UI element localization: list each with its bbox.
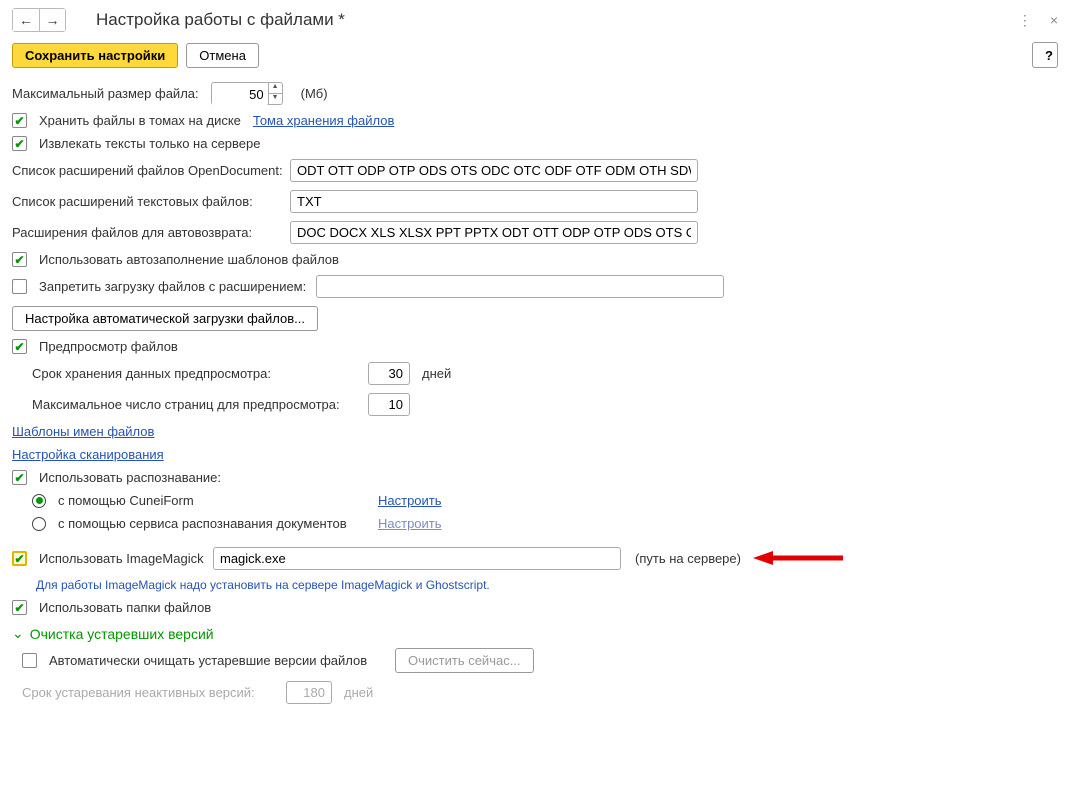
imagemagick-suffix: (путь на сервере) [635,551,741,566]
store-volumes-label: Хранить файлы в томах на диске [39,113,241,128]
max-filesize-input-wrap: ▲▼ [211,82,283,105]
autoclean-row: Автоматически очищать устаревшие версии … [12,644,1058,677]
preview-retain-label: Срок хранения данных предпросмотра: [32,366,362,381]
cancel-button[interactable]: Отмена [186,43,259,68]
use-folders-label: Использовать папки файлов [39,600,211,615]
max-filesize-input[interactable] [212,83,268,106]
opendoc-input[interactable] [290,159,698,182]
auto-load-button[interactable]: Настройка автоматической загрузки файлов… [12,306,318,331]
opendoc-row: Список расширений файлов OpenDocument: [12,155,1058,186]
autorevert-input[interactable] [290,221,698,244]
preview-checkbox[interactable] [12,339,27,354]
rec-cuneiform-radio[interactable] [32,494,46,508]
forbid-ext-checkbox[interactable] [12,279,27,294]
preview-maxpages-row: Максимальное число страниц для предпросм… [12,389,1058,420]
rec-service-row: с помощью сервиса распознавания документ… [12,512,1058,535]
expiry-row: Срок устаревания неактивных версий: дней [12,677,1058,708]
rec-service-radio[interactable] [32,517,46,531]
close-icon[interactable]: × [1050,12,1058,28]
expiry-input[interactable] [286,681,332,704]
forbid-ext-row: Запретить загрузку файлов с расширением: [12,271,1058,302]
extract-server-row: Извлекать тексты только на сервере [12,132,1058,155]
save-button[interactable]: Сохранить настройки [12,43,178,68]
autoclean-checkbox[interactable] [22,653,37,668]
name-templates-link[interactable]: Шаблоны имен файлов [12,424,154,439]
textext-input[interactable] [290,190,698,213]
forbid-ext-input[interactable] [316,275,724,298]
max-filesize-label: Максимальный размер файла: [12,86,199,101]
imagemagick-row: Использовать ImageMagick (путь на сервер… [12,543,1058,574]
cleanup-section-toggle[interactable]: ⌄ Очистка устаревших версий [12,619,1058,644]
store-volumes-row: Хранить файлы в томах на диске Тома хран… [12,109,1058,132]
imagemagick-label: Использовать ImageMagick [39,551,207,566]
max-filesize-unit: (Мб) [301,86,328,101]
max-filesize-spinner[interactable]: ▲▼ [268,83,282,104]
use-recognition-row: Использовать распознавание: [12,466,1058,489]
imagemagick-note-row: Для работы ImageMagick надо установить н… [12,574,1058,596]
extract-server-label: Извлекать тексты только на сервере [39,136,260,151]
rec-cuneiform-label: с помощью CuneiForm [58,493,372,508]
back-button[interactable]: ← [13,9,39,31]
scan-settings-row: Настройка сканирования [12,443,1058,466]
textext-label: Список расширений текстовых файлов: [12,194,284,209]
forward-button[interactable]: → [39,9,65,31]
imagemagick-path-input[interactable] [213,547,621,570]
more-icon[interactable]: ⋮ [1018,12,1032,29]
expiry-label: Срок устаревания неактивных версий: [22,685,280,700]
scan-settings-link[interactable]: Настройка сканирования [12,447,164,462]
use-folders-row: Использовать папки файлов [12,596,1058,619]
template-autofill-checkbox[interactable] [12,252,27,267]
page-title: Настройка работы с файлами * [96,10,1018,30]
autoclean-label: Автоматически очищать устаревшие версии … [49,653,389,668]
rec-cuneiform-row: с помощью CuneiForm Настроить [12,489,1058,512]
forbid-ext-label: Запретить загрузку файлов с расширением: [39,279,306,294]
preview-row: Предпросмотр файлов [12,335,1058,358]
store-volumes-checkbox[interactable] [12,113,27,128]
preview-maxpages-label: Максимальное число страниц для предпросм… [32,397,362,412]
preview-label: Предпросмотр файлов [39,339,178,354]
imagemagick-checkbox[interactable] [12,551,27,566]
auto-load-row: Настройка автоматической загрузки файлов… [12,302,1058,335]
textext-row: Список расширений текстовых файлов: [12,186,1058,217]
extract-server-checkbox[interactable] [12,136,27,151]
max-filesize-row: Максимальный размер файла: ▲▼ (Мб) [12,78,1058,109]
rec-service-label: с помощью сервиса распознавания документ… [58,516,372,531]
annotation-arrow [753,548,843,570]
chevron-down-icon: ⌄ [12,625,24,642]
template-autofill-row: Использовать автозаполнение шаблонов фай… [12,248,1058,271]
preview-retain-row: Срок хранения данных предпросмотра: дней [12,358,1058,389]
name-templates-row: Шаблоны имен файлов [12,420,1058,443]
action-bar: Сохранить настройки Отмена ? [12,40,1058,78]
rec-cuneiform-configure-link[interactable]: Настроить [378,493,442,508]
title-bar: ← → Настройка работы с файлами * ⋮ × [12,4,1058,40]
use-recognition-checkbox[interactable] [12,470,27,485]
preview-retain-unit: дней [422,366,451,381]
use-folders-checkbox[interactable] [12,600,27,615]
clean-now-button[interactable]: Очистить сейчас... [395,648,534,673]
cleanup-title: Очистка устаревших версий [30,626,214,642]
autorevert-row: Расширения файлов для автовозврата: [12,217,1058,248]
use-recognition-label: Использовать распознавание: [39,470,221,485]
volumes-link[interactable]: Тома хранения файлов [253,113,394,128]
expiry-unit: дней [344,685,373,700]
help-button[interactable]: ? [1032,42,1058,68]
preview-maxpages-input[interactable] [368,393,410,416]
imagemagick-note: Для работы ImageMagick надо установить н… [32,578,490,592]
template-autofill-label: Использовать автозаполнение шаблонов фай… [39,252,339,267]
rec-service-configure-link[interactable]: Настроить [378,516,442,531]
preview-retain-input[interactable] [368,362,410,385]
opendoc-label: Список расширений файлов OpenDocument: [12,163,284,178]
window-actions: ⋮ × [1018,12,1058,29]
nav-buttons: ← → [12,8,66,32]
autorevert-label: Расширения файлов для автовозврата: [12,225,284,240]
